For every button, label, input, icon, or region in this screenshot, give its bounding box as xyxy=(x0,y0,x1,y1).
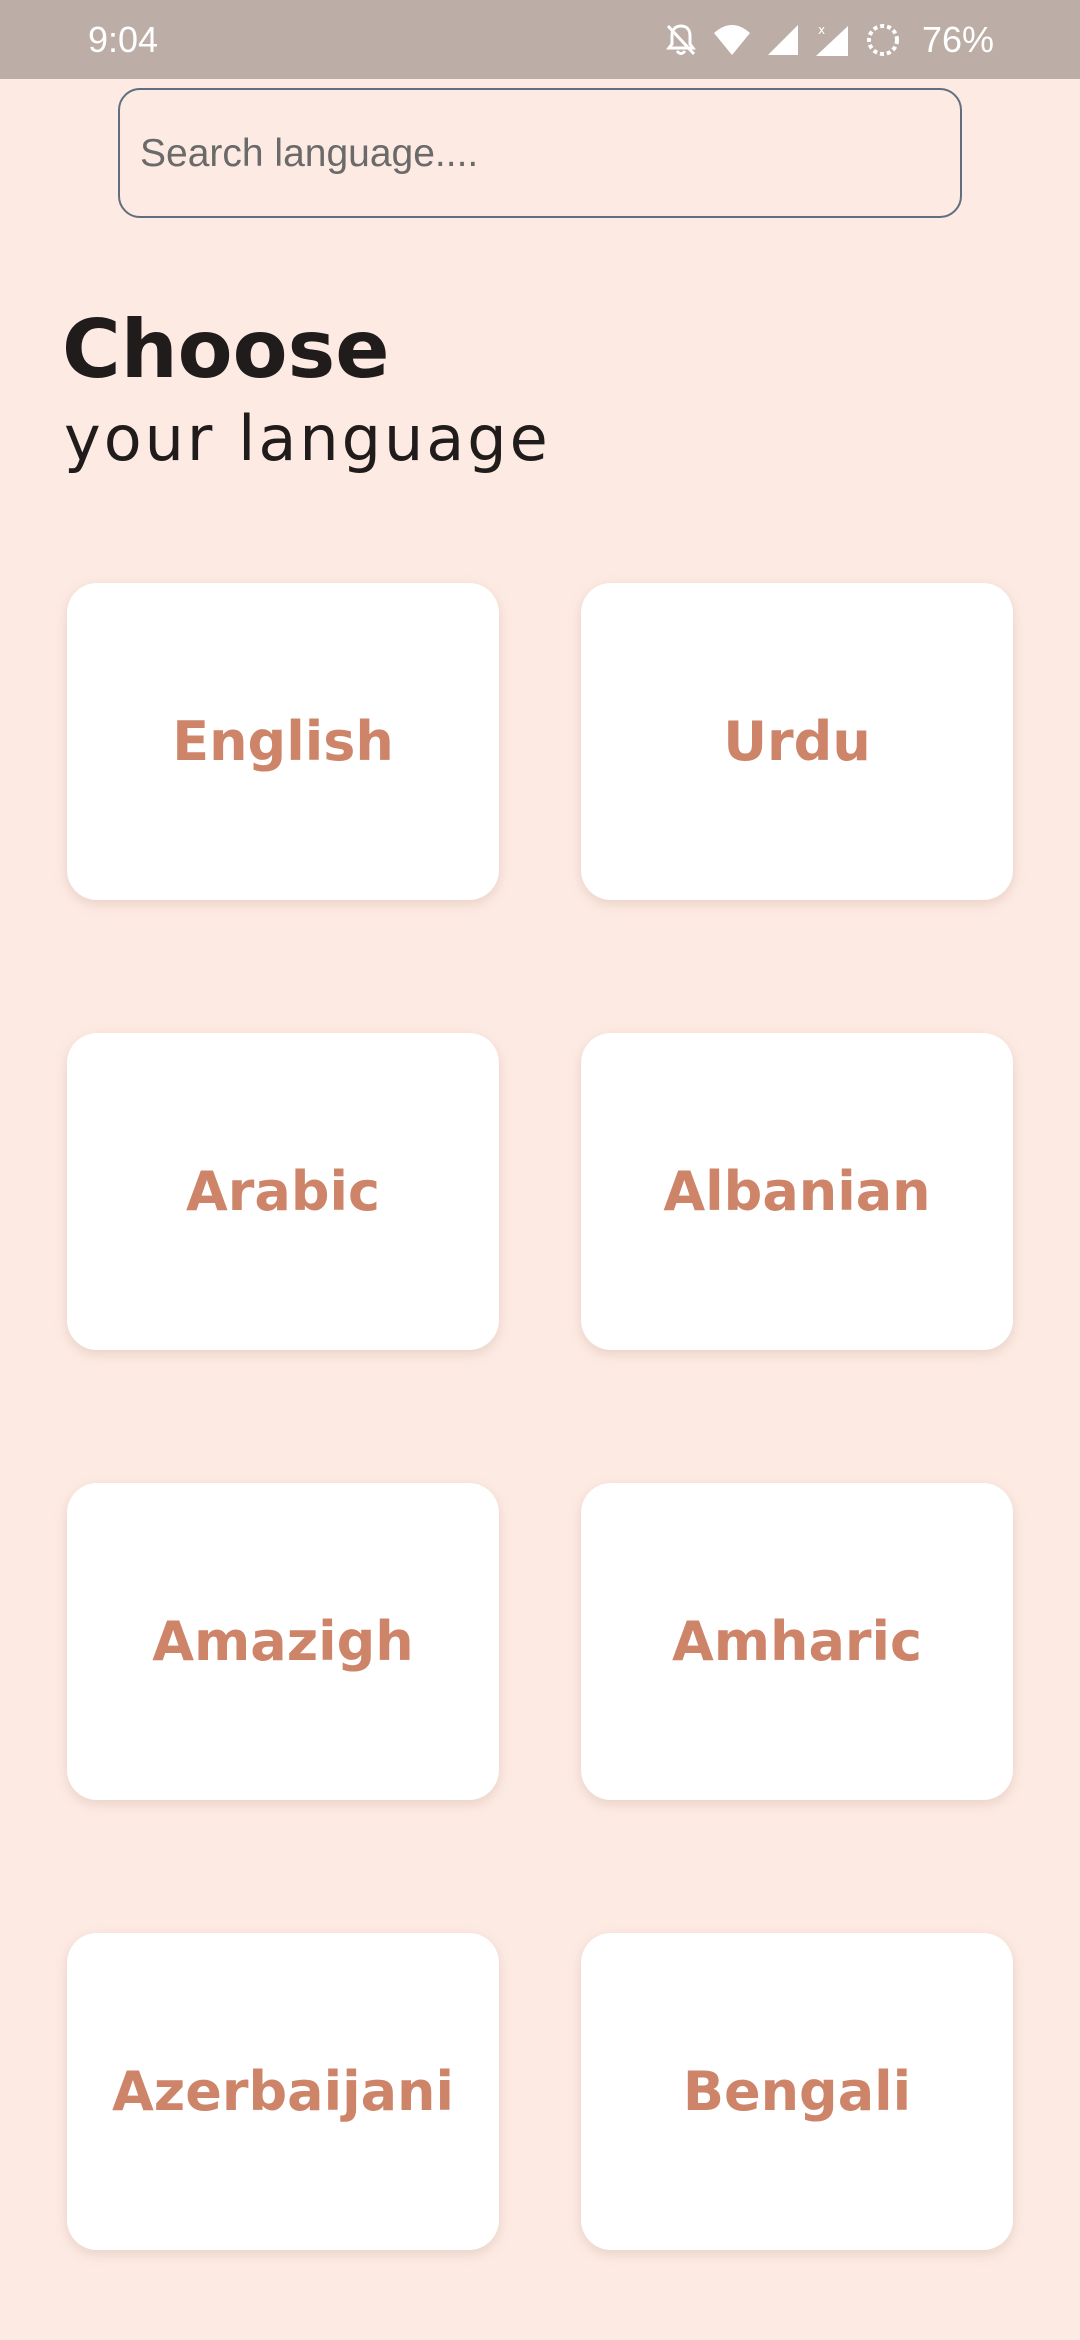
language-card-bengali[interactable]: Bengali xyxy=(581,1933,1013,2250)
battery-percentage: 76% xyxy=(921,19,994,60)
language-card-albanian[interactable]: Albanian xyxy=(581,1033,1013,1350)
language-card-amharic[interactable]: Amharic xyxy=(581,1483,1013,1800)
language-label: Amharic xyxy=(671,1610,923,1673)
status-icons: x 76% xyxy=(664,18,994,62)
svg-text:x: x xyxy=(818,23,825,37)
language-label: English xyxy=(172,710,394,773)
language-label: Azerbaijani xyxy=(112,2060,454,2123)
search-input[interactable] xyxy=(138,90,942,218)
language-label: Urdu xyxy=(723,710,871,773)
language-label: Albanian xyxy=(663,1160,931,1223)
language-card-urdu[interactable]: Urdu xyxy=(581,583,1013,900)
page-title: Choose xyxy=(62,303,390,396)
signal-icon xyxy=(766,23,800,57)
language-card-amazigh[interactable]: Amazigh xyxy=(67,1483,499,1800)
page-subtitle: your language xyxy=(64,402,551,475)
language-card-arabic[interactable]: Arabic xyxy=(67,1033,499,1350)
status-time: 9:04 xyxy=(88,19,159,60)
signal-x-icon: x xyxy=(814,22,850,58)
notifications-off-icon xyxy=(664,22,698,58)
language-card-english[interactable]: English xyxy=(67,583,499,900)
language-grid: English Urdu Arabic Albanian Amazigh Amh… xyxy=(67,583,1013,2250)
search-box[interactable] xyxy=(118,88,962,218)
wifi-icon xyxy=(712,23,752,57)
language-label: Arabic xyxy=(185,1160,381,1223)
language-label: Amazigh xyxy=(152,1610,414,1673)
status-bar: 9:04 x 76% xyxy=(0,0,1080,79)
language-label: Bengali xyxy=(682,2060,912,2123)
language-card-azerbaijani[interactable]: Azerbaijani xyxy=(67,1933,499,2250)
battery-saver-icon xyxy=(864,21,902,59)
